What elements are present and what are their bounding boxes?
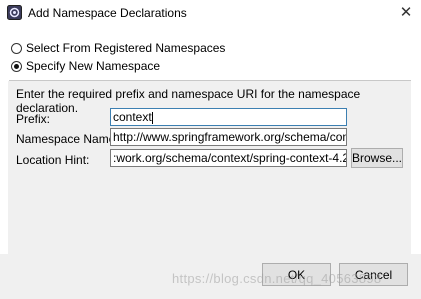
radio-button-checked[interactable] xyxy=(11,60,22,72)
radio-button-unchecked[interactable] xyxy=(11,42,22,54)
location-hint-input[interactable]: :work.org/schema/context/spring-context-… xyxy=(110,149,347,167)
location-hint-label: Location Hint: xyxy=(16,153,90,167)
radio-new-label: Specify New Namespace xyxy=(26,59,161,73)
cancel-button[interactable]: Cancel xyxy=(339,263,408,286)
location-hint-value: :work.org/schema/context/spring-context-… xyxy=(113,151,347,165)
app-icon xyxy=(7,5,22,20)
radio-registered-label: Select From Registered Namespaces xyxy=(26,41,226,55)
title-bar: Add Namespace Declarations ✕ xyxy=(0,0,421,30)
close-icon[interactable]: ✕ xyxy=(391,0,421,24)
prefix-input[interactable]: context xyxy=(110,108,347,126)
browse-button[interactable]: Browse... xyxy=(351,148,403,168)
prefix-label: Prefix: xyxy=(16,112,51,126)
namespace-name-label: Namespace Name: xyxy=(16,132,119,146)
window-title: Add Namespace Declarations xyxy=(28,6,187,20)
prefix-value: context xyxy=(113,110,152,124)
radio-new-namespace[interactable]: Specify New Namespace xyxy=(11,59,160,73)
text-caret xyxy=(151,111,153,124)
radio-registered-namespaces[interactable]: Select From Registered Namespaces xyxy=(11,41,225,55)
namespace-name-value: http://www.springframework.org/schema/co… xyxy=(113,130,347,144)
ok-button[interactable]: OK xyxy=(262,263,331,286)
namespace-name-input[interactable]: http://www.springframework.org/schema/co… xyxy=(110,128,347,146)
